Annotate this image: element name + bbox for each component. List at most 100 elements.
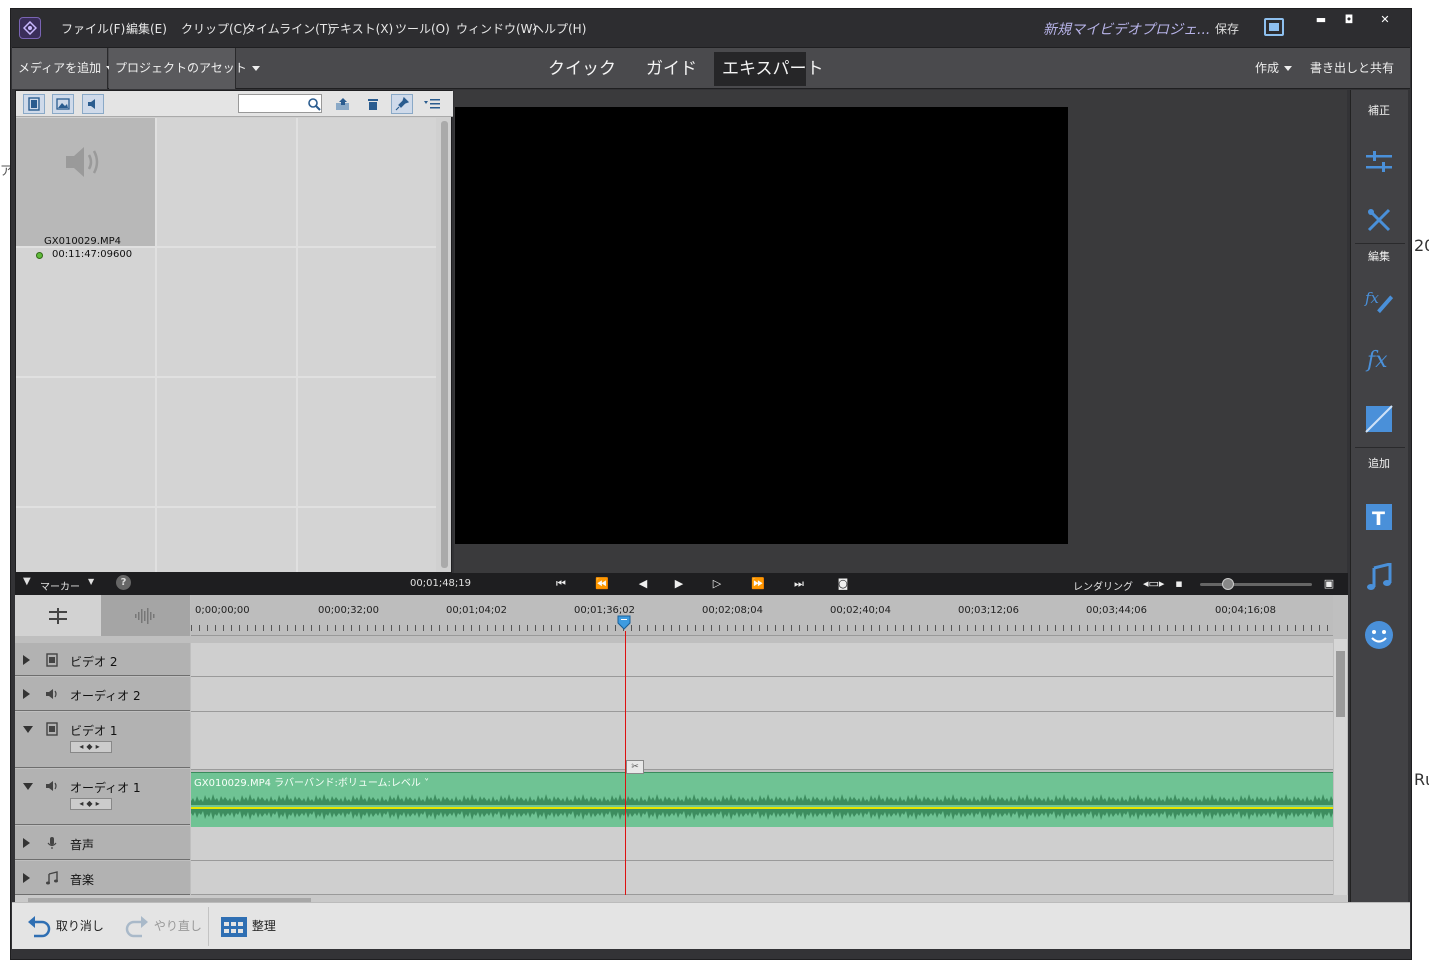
empty-cell bbox=[157, 248, 296, 376]
expand-triangle-icon[interactable] bbox=[23, 689, 30, 699]
maximize-icon[interactable]: ◘ bbox=[1337, 12, 1361, 28]
go-to-end-icon[interactable]: ⏭ bbox=[791, 577, 807, 591]
menu-edit[interactable]: 編集(E) bbox=[126, 20, 167, 37]
undo-button[interactable]: 取り消し bbox=[26, 903, 104, 950]
collapse-triangle-icon[interactable] bbox=[23, 783, 33, 790]
tab-quick[interactable]: クイック bbox=[540, 52, 624, 86]
fullscreen-icon[interactable] bbox=[1264, 18, 1284, 36]
track-body-video1[interactable] bbox=[191, 712, 1333, 770]
tab-expert[interactable]: エキスパート bbox=[714, 52, 824, 86]
ruler-tick-label: 00;01;04;02 bbox=[446, 605, 508, 616]
search-icon[interactable] bbox=[304, 95, 324, 113]
export-share-button[interactable]: 書き出しと共有 bbox=[1310, 48, 1394, 89]
ruler-tick-label: 00;00;32;00 bbox=[318, 605, 380, 616]
camera-snapshot-icon[interactable]: ◙ bbox=[835, 577, 851, 591]
media-thumbnail[interactable]: GX010029.MP4 00:11:47:09600 bbox=[16, 118, 155, 260]
previous-edit-icon[interactable]: ⏪ bbox=[594, 577, 610, 591]
title-text-icon[interactable]: T bbox=[1364, 502, 1394, 532]
track-body-music[interactable] bbox=[191, 861, 1333, 895]
video-preview[interactable] bbox=[455, 107, 1068, 544]
chevron-down-icon bbox=[1284, 66, 1293, 71]
menu-tools[interactable]: ツール(O) bbox=[395, 20, 450, 37]
zoom-slider-handle[interactable] bbox=[1222, 578, 1234, 590]
track-header-audio1[interactable]: オーディオ 1 ◂◆▸ bbox=[15, 769, 190, 825]
microphone-icon bbox=[45, 836, 59, 850]
track-header-narration[interactable]: 音声 bbox=[15, 826, 190, 860]
scissors-icon[interactable]: ✂ bbox=[626, 760, 644, 774]
expand-triangle-icon[interactable] bbox=[23, 838, 30, 848]
timeline-ruler[interactable]: 0;00;00;00 00;00;32;00 00;01;04;02 00;01… bbox=[191, 595, 1333, 636]
chevron-down-icon[interactable]: ▼ bbox=[88, 577, 94, 586]
menu-text[interactable]: テキスト(X) bbox=[328, 20, 393, 37]
tools-icon[interactable] bbox=[1364, 205, 1394, 235]
project-assets-label: プロジェクトのアセット bbox=[115, 61, 247, 75]
menu-file[interactable]: ファイル(F) bbox=[61, 20, 125, 37]
audio-mixer-icon[interactable] bbox=[101, 595, 190, 636]
track-options-icon[interactable] bbox=[15, 595, 101, 636]
menu-clip[interactable]: クリップ(C) bbox=[181, 20, 247, 37]
scroll-thumb[interactable] bbox=[1336, 651, 1345, 717]
step-back-icon[interactable]: ◀ bbox=[635, 577, 651, 591]
step-forward-icon[interactable]: ▷ bbox=[709, 577, 725, 591]
filter-video-icon[interactable] bbox=[23, 94, 45, 114]
zoom-slider-track[interactable] bbox=[1200, 583, 1312, 586]
close-icon[interactable]: ✕ bbox=[1373, 12, 1397, 28]
menu-timeline[interactable]: タイムライン(T) bbox=[244, 20, 332, 37]
play-icon[interactable]: ▶ bbox=[671, 577, 687, 591]
export-asset-icon[interactable] bbox=[333, 95, 353, 113]
pin-icon[interactable] bbox=[391, 94, 413, 114]
effect-controls-icon[interactable]: fx bbox=[1364, 285, 1394, 315]
keyframe-controls[interactable]: ◂◆▸ bbox=[70, 741, 112, 753]
track-header-music[interactable]: 音楽 bbox=[15, 861, 190, 895]
help-icon[interactable]: ? bbox=[116, 575, 131, 590]
create-dropdown[interactable]: 作成 bbox=[1255, 48, 1293, 89]
fit-timeline-icon[interactable]: ◂▭▸ bbox=[1143, 577, 1164, 591]
media-scrollbar[interactable] bbox=[441, 121, 448, 568]
zoom-out-icon[interactable]: ▪ bbox=[1171, 577, 1187, 591]
filter-audio-icon[interactable] bbox=[82, 94, 104, 114]
track-name: 音声 bbox=[70, 838, 95, 852]
volume-rubberband[interactable] bbox=[191, 807, 1333, 809]
transitions-icon[interactable] bbox=[1364, 404, 1394, 434]
tab-guided[interactable]: ガイド bbox=[638, 52, 705, 86]
marker-dropdown[interactable]: マーカー bbox=[40, 578, 80, 593]
track-body-narration[interactable] bbox=[191, 827, 1333, 861]
zoom-in-icon[interactable]: ▣ bbox=[1321, 577, 1337, 591]
music-icon[interactable] bbox=[1364, 562, 1394, 592]
graphics-smiley-icon[interactable] bbox=[1364, 620, 1394, 650]
filter-image-icon[interactable] bbox=[52, 94, 74, 114]
speaker-icon bbox=[45, 779, 59, 793]
timeline-vertical-scrollbar[interactable] bbox=[1334, 639, 1347, 895]
track-header-audio2[interactable]: オーディオ 2 bbox=[15, 677, 190, 711]
undo-icon bbox=[28, 915, 51, 937]
audio-clip[interactable]: GX010029.MP4 ラバーバンド:ボリューム:レベル ˅ bbox=[191, 772, 1333, 827]
go-to-start-icon[interactable]: ⏮ bbox=[553, 577, 569, 591]
collapse-triangle-icon[interactable] bbox=[23, 726, 33, 733]
expand-triangle-icon[interactable] bbox=[23, 873, 30, 883]
media-clip-duration: 00:11:47:09600 bbox=[52, 249, 133, 260]
menu-window[interactable]: ウィンドウ(W) bbox=[456, 20, 537, 37]
playhead-handle[interactable] bbox=[617, 615, 631, 631]
view-options-icon[interactable] bbox=[422, 95, 442, 113]
delete-icon[interactable] bbox=[363, 95, 383, 113]
rendering-button[interactable]: レンダリング bbox=[1073, 578, 1133, 593]
status-dot bbox=[36, 252, 43, 259]
project-assets-dropdown[interactable]: プロジェクトのアセット bbox=[109, 48, 260, 89]
marker-menu-icon[interactable]: ▼ bbox=[23, 576, 31, 587]
save-button[interactable]: 保存 bbox=[1215, 20, 1239, 37]
expand-triangle-icon[interactable] bbox=[23, 655, 30, 665]
minimize-icon[interactable]: ▬ bbox=[1309, 12, 1333, 28]
track-header-video1[interactable]: ビデオ 1 ◂◆▸ bbox=[15, 712, 190, 768]
effects-icon[interactable]: fx bbox=[1364, 344, 1394, 374]
track-body-video2[interactable] bbox=[191, 643, 1333, 677]
add-media-dropdown[interactable]: メディアを追加 bbox=[12, 48, 115, 89]
track-body-audio2[interactable] bbox=[191, 677, 1333, 712]
organize-button[interactable]: 整理 bbox=[220, 903, 276, 950]
adjust-sliders-icon[interactable] bbox=[1364, 147, 1394, 177]
menu-help[interactable]: ヘルプ(H) bbox=[532, 20, 586, 37]
next-edit-icon[interactable]: ⏩ bbox=[750, 577, 766, 591]
redo-button[interactable]: やり直し bbox=[124, 903, 202, 950]
track-header-video2[interactable]: ビデオ 2 bbox=[15, 643, 190, 676]
add-media-label: メディアを追加 bbox=[18, 61, 102, 75]
keyframe-controls[interactable]: ◂◆▸ bbox=[70, 798, 112, 810]
